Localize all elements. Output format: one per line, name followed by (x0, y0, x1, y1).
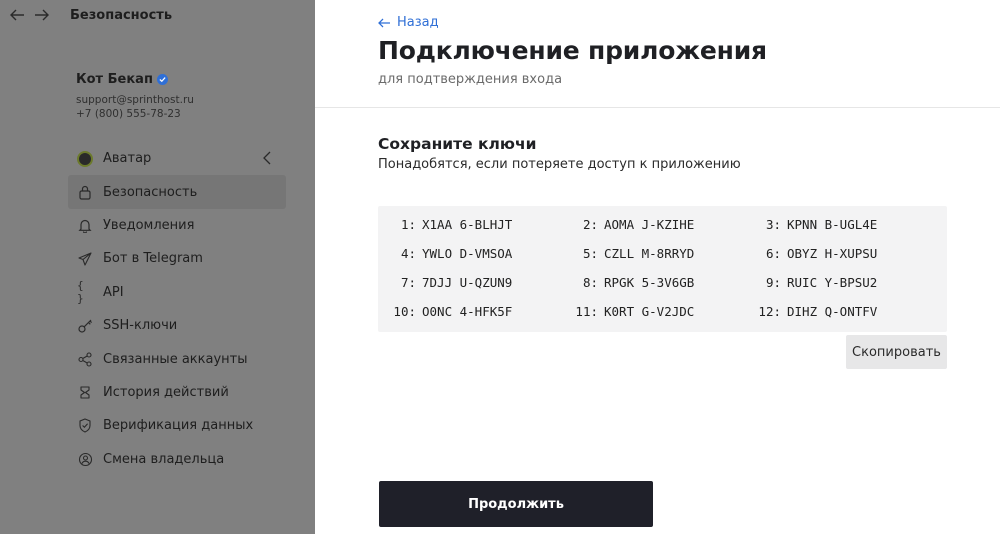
top-bar: Безопасность (0, 0, 315, 32)
forward-arrow-icon[interactable] (33, 7, 51, 23)
lock-icon (77, 184, 93, 200)
sidebar-panel: Безопасность Кот Бекап support@sprinthos… (0, 0, 315, 534)
sidebar-item-verification[interactable]: Верификация данных (68, 409, 286, 442)
share-icon (77, 351, 93, 367)
content-header: Назад Подключение приложения для подтвер… (315, 0, 1000, 108)
back-link-label: Назад (397, 15, 439, 30)
backup-key: 3: KPNN B-UGL4E (765, 217, 878, 232)
backup-key: 8: RPGK 5-3V6GB (582, 275, 695, 290)
backup-keys-box: 1: X1AA 6-BLHJT 2: AOMA J-KZIHE 3: KPNN B-U… (378, 206, 947, 332)
profile-name: Кот Бекап (76, 72, 153, 87)
sidebar-item-label: Смена владельца (103, 451, 225, 467)
backup-key: 6: OBYZ H-XUPSU (765, 246, 878, 261)
backup-key: 4: YWLO D-VMSOA (400, 246, 513, 261)
sidebar-menu: Аватар Безопасность Уведомления Бот в Te… (68, 142, 286, 476)
backup-key: 5: CZLL M-8RRYD (582, 246, 695, 261)
sidebar-item-label: Аватар (103, 151, 152, 167)
profile-card: Кот Бекап support@sprinthost.ru +7 (800)… (76, 72, 194, 121)
arrow-left-icon (378, 18, 390, 27)
backup-key: 11: K0RT G-V2JDC (575, 304, 695, 319)
sidebar-item-linked-accounts[interactable]: Связанные аккаунты (68, 342, 286, 375)
sidebar-item-label: Уведомления (103, 217, 195, 233)
section-title: Сохраните ключи (378, 135, 537, 153)
sidebar-item-ssh-keys[interactable]: SSH-ключи (68, 309, 286, 342)
page-title: Безопасность (70, 8, 173, 23)
sidebar-item-security[interactable]: Безопасность (68, 175, 286, 209)
telegram-icon (77, 251, 93, 267)
sidebar-item-label: Верификация данных (103, 418, 254, 434)
sidebar-item-label: История действий (103, 384, 229, 400)
backup-key: 9: RUIC Y-BPSU2 (765, 275, 878, 290)
main-subtitle: для подтверждения входа (378, 72, 563, 87)
backup-key: 7: 7DJJ U-QZUN9 (400, 275, 513, 290)
sidebar-item-history[interactable]: История действий (68, 376, 286, 409)
profile-phone: +7 (800) 555-78-23 (76, 108, 181, 120)
owner-change-icon (77, 451, 93, 467)
sidebar-item-notifications[interactable]: Уведомления (68, 209, 286, 242)
sidebar-item-label: Связанные аккаунты (103, 351, 248, 367)
back-arrow-icon[interactable] (8, 7, 26, 23)
sidebar-item-label: Безопасность (103, 184, 198, 200)
braces-icon: { } (77, 279, 84, 306)
sidebar-item-avatar[interactable]: Аватар (68, 142, 286, 175)
backup-key: 10: O0NC 4-HFK5F (393, 304, 513, 319)
sidebar-item-label: Бот в Telegram (103, 251, 203, 267)
main-content: Назад Подключение приложения для подтвер… (315, 0, 1000, 534)
back-link[interactable]: Назад (378, 15, 439, 30)
verified-icon (156, 74, 168, 85)
sidebar-item-owner-change[interactable]: Смена владельца (68, 443, 286, 476)
key-icon (77, 318, 93, 334)
sidebar-item-telegram-bot[interactable]: Бот в Telegram (68, 242, 286, 275)
history-icon (77, 384, 93, 400)
avatar-icon (77, 150, 93, 167)
shield-check-icon (77, 418, 93, 434)
sidebar-item-label: API (103, 284, 124, 300)
chevron-left-icon[interactable] (262, 151, 272, 165)
section-description: Понадобятся, если потеряете доступ к при… (378, 157, 741, 172)
backup-key: 12: DIHZ Q-ONTFV (758, 304, 878, 319)
profile-name-row: Кот Бекап (76, 72, 194, 87)
copy-button[interactable]: Скопировать (846, 335, 947, 369)
backup-key: 2: AOMA J-KZIHE (582, 217, 695, 232)
backup-key: 1: X1AA 6-BLHJT (400, 217, 513, 232)
main-title: Подключение приложения (378, 36, 767, 65)
sidebar-item-api[interactable]: { } API (68, 276, 286, 309)
profile-email: support@sprinthost.ru (76, 94, 194, 106)
bell-icon (77, 217, 93, 233)
continue-button[interactable]: Продолжить (379, 481, 653, 527)
sidebar-item-label: SSH-ключи (103, 318, 178, 334)
